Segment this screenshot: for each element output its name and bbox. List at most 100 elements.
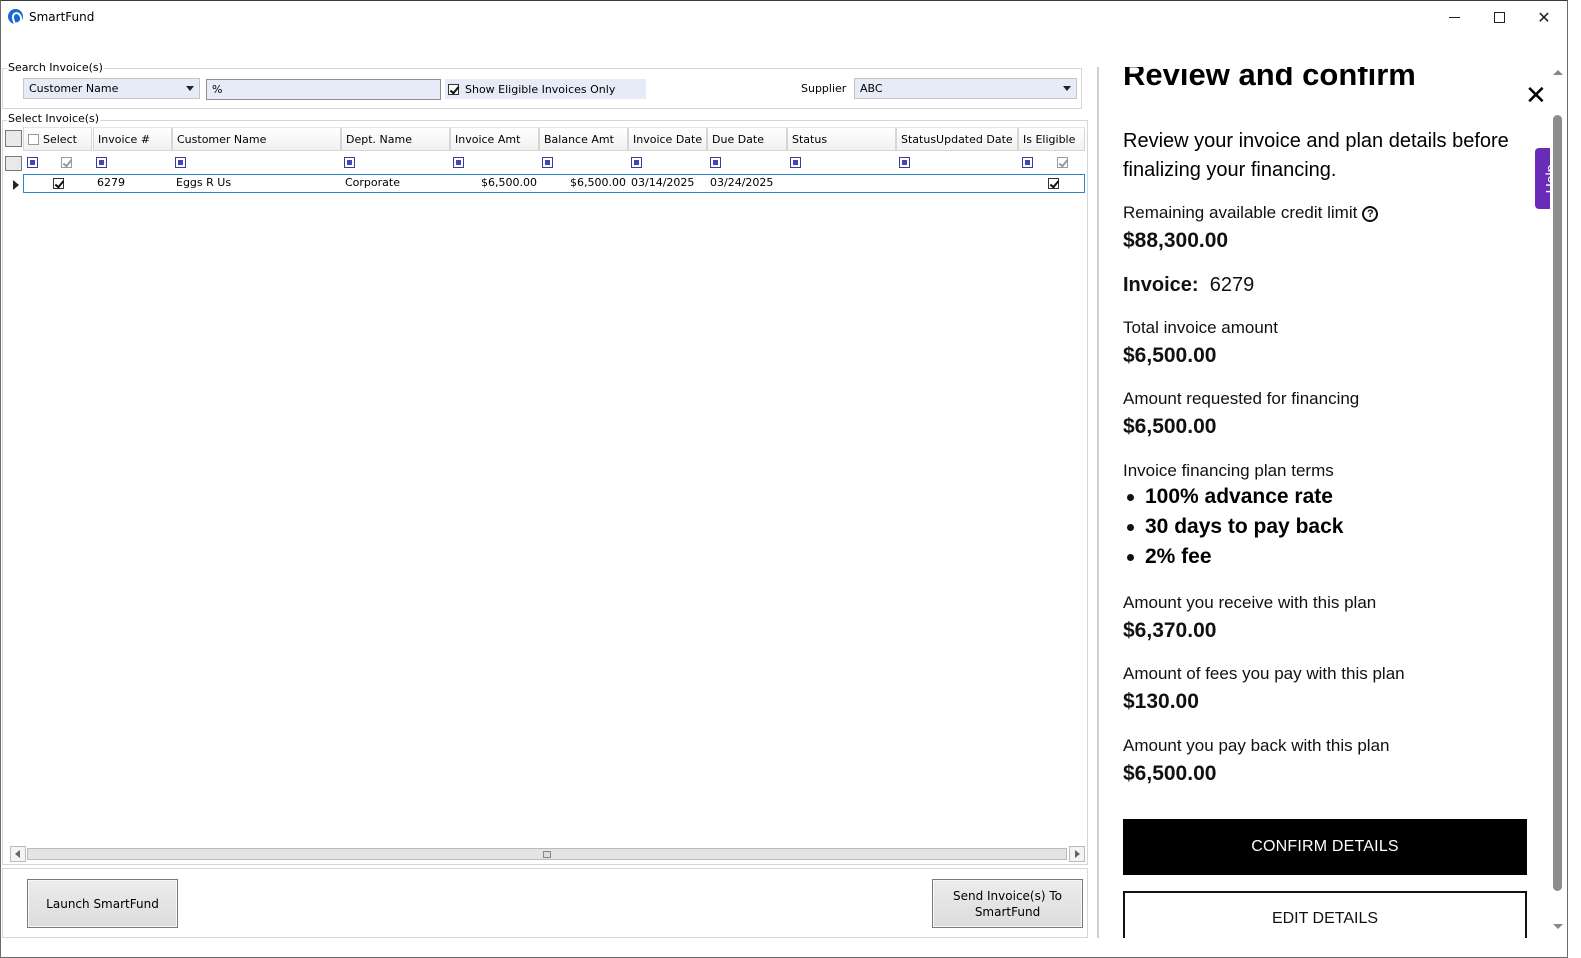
invoice-label: Invoice: xyxy=(1123,274,1199,296)
horizontal-scrollbar[interactable] xyxy=(10,846,1086,862)
supplier-label: Supplier xyxy=(801,82,847,95)
fees-amount-label: Amount of fees you pay with this plan xyxy=(1123,664,1405,683)
review-confirm-panel: Review and confirm ✕ Help Review your in… xyxy=(1097,67,1565,938)
column-header-status[interactable]: Status xyxy=(787,127,896,151)
supplier-value: ABC xyxy=(860,82,883,95)
credit-limit-label: Remaining available credit limit xyxy=(1123,203,1358,222)
help-circle-icon[interactable]: ? xyxy=(1362,205,1379,222)
scroll-right-button[interactable] xyxy=(1069,846,1085,862)
supplier-dropdown[interactable]: ABC xyxy=(854,78,1077,99)
filter-icon[interactable] xyxy=(631,157,642,168)
filter-icon[interactable] xyxy=(453,157,464,168)
cell-due-date: 03/24/2025 xyxy=(710,176,774,189)
search-field-dropdown[interactable]: Customer Name xyxy=(23,78,200,99)
invoice-grid: Select Invoice # Customer Name Dept. Nam… xyxy=(2,120,1088,865)
filter-icon[interactable] xyxy=(1022,157,1033,168)
column-header-invoice-date[interactable]: Invoice Date xyxy=(628,127,707,151)
maximize-icon xyxy=(1493,11,1505,23)
confirm-button-label: CONFIRM DETAILS xyxy=(1251,838,1399,855)
column-header-customer[interactable]: Customer Name xyxy=(172,127,341,151)
column-header-label: Due Date xyxy=(712,132,764,146)
column-header-balance-amt[interactable]: Balance Amt xyxy=(539,127,628,151)
filter-icon[interactable] xyxy=(790,157,801,168)
cell-invoice-date: 03/14/2025 xyxy=(631,176,695,189)
current-row-arrow-icon xyxy=(13,180,19,190)
row-select-checkbox[interactable] xyxy=(53,178,64,189)
window-title: SmartFund xyxy=(29,10,95,24)
minimize-button[interactable] xyxy=(1431,1,1477,33)
payback-amount-value: $6,500.00 xyxy=(1123,762,1217,785)
edit-details-button[interactable]: EDIT DETAILS xyxy=(1123,891,1527,938)
filter-icon[interactable] xyxy=(96,157,107,168)
column-header-dept[interactable]: Dept. Name xyxy=(341,127,450,151)
filter-icon[interactable] xyxy=(27,157,38,168)
scroll-left-button[interactable] xyxy=(10,846,26,862)
chevron-down-icon xyxy=(186,86,194,91)
list-item: 30 days to pay back xyxy=(1123,512,1343,542)
table-row[interactable]: 6279 Eggs R Us Corporate $6,500.00 $6,50… xyxy=(23,174,1085,193)
grid-group-label: Select Invoice(s) xyxy=(7,112,101,125)
launch-button-label: Launch SmartFund xyxy=(46,896,159,911)
edit-button-label: EDIT DETAILS xyxy=(1271,910,1379,927)
grid-header-row: Select Invoice # Customer Name Dept. Nam… xyxy=(3,127,1087,151)
list-item: 2% fee xyxy=(1123,542,1343,572)
plan-terms-list: 100% advance rate 30 days to pay back 2%… xyxy=(1123,482,1343,572)
column-header-invoice-amt[interactable]: Invoice Amt xyxy=(450,127,539,151)
list-item: 100% advance rate xyxy=(1123,482,1343,512)
eligible-only-checkbox[interactable] xyxy=(448,83,459,95)
maximize-button[interactable] xyxy=(1476,1,1522,33)
column-header-due-date[interactable]: Due Date xyxy=(707,127,787,151)
filter-icon[interactable] xyxy=(175,157,186,168)
send-invoices-button[interactable]: Send Invoice(s) To SmartFund xyxy=(932,879,1083,928)
column-header-invoice[interactable]: Invoice # xyxy=(93,127,172,151)
receive-amount-value: $6,370.00 xyxy=(1123,619,1217,642)
search-input[interactable]: % xyxy=(206,79,441,100)
filter-icon[interactable] xyxy=(710,157,721,168)
scroll-thumb[interactable] xyxy=(1553,115,1562,891)
scroll-thumb[interactable] xyxy=(543,851,551,858)
search-group-label: Search Invoice(s) xyxy=(7,61,104,74)
cell-invoice-amt: $6,500.00 xyxy=(481,176,537,189)
minimize-icon xyxy=(1448,16,1460,18)
filter-eligible-checkbox[interactable] xyxy=(1057,157,1068,168)
scroll-down-icon[interactable] xyxy=(1553,924,1563,929)
credit-limit-value: $88,300.00 xyxy=(1123,229,1229,252)
column-header-label: Invoice # xyxy=(98,132,151,146)
search-input-value: % xyxy=(212,83,223,96)
close-window-button[interactable]: ✕ xyxy=(1521,1,1567,33)
eligible-only-toggle[interactable]: Show Eligible Invoices Only xyxy=(445,79,646,99)
arrow-left-icon xyxy=(15,850,20,858)
requested-amount-value: $6,500.00 xyxy=(1123,415,1217,438)
requested-amount-label: Amount requested for financing xyxy=(1123,389,1360,408)
column-header-status-updated[interactable]: StatusUpdated Date xyxy=(896,127,1018,151)
smartfund-logo-icon xyxy=(8,9,23,24)
filter-icon[interactable] xyxy=(542,157,553,168)
scroll-track[interactable] xyxy=(27,848,1067,860)
send-button-label-line2: SmartFund xyxy=(974,904,1041,919)
launch-smartfund-button[interactable]: Launch SmartFund xyxy=(27,879,178,928)
send-button-label-line1: Send Invoice(s) To xyxy=(952,888,1062,903)
filter-select-checkbox[interactable] xyxy=(61,157,72,168)
vertical-scrollbar[interactable] xyxy=(1550,67,1565,938)
receive-amount-label: Amount you receive with this plan xyxy=(1123,593,1377,612)
cell-dept: Corporate xyxy=(345,176,400,189)
arrow-right-icon xyxy=(1075,850,1080,858)
column-header-label: Invoice Amt xyxy=(455,132,521,146)
column-header-label: Balance Amt xyxy=(544,132,614,146)
select-all-checkbox[interactable] xyxy=(28,133,39,145)
fees-amount-value: $130.00 xyxy=(1123,690,1199,713)
filter-icon[interactable] xyxy=(899,157,910,168)
scroll-up-icon[interactable] xyxy=(1553,70,1563,75)
column-header-select[interactable]: Select xyxy=(23,127,92,151)
confirm-details-button[interactable]: CONFIRM DETAILS xyxy=(1123,819,1527,875)
column-header-label: Customer Name xyxy=(177,132,267,146)
filter-icon[interactable] xyxy=(344,157,355,168)
column-header-label: Is Eligible xyxy=(1023,132,1076,146)
eligible-only-label: Show Eligible Invoices Only xyxy=(465,82,616,96)
panel-close-icon[interactable]: ✕ xyxy=(1525,81,1547,111)
title-bar: SmartFund ✕ xyxy=(1,1,1567,33)
column-header-is-eligible[interactable]: Is Eligible xyxy=(1018,127,1085,151)
grid-filter-row xyxy=(3,153,1087,173)
column-header-label: Status xyxy=(792,132,828,146)
column-header-label: Dept. Name xyxy=(346,132,412,146)
